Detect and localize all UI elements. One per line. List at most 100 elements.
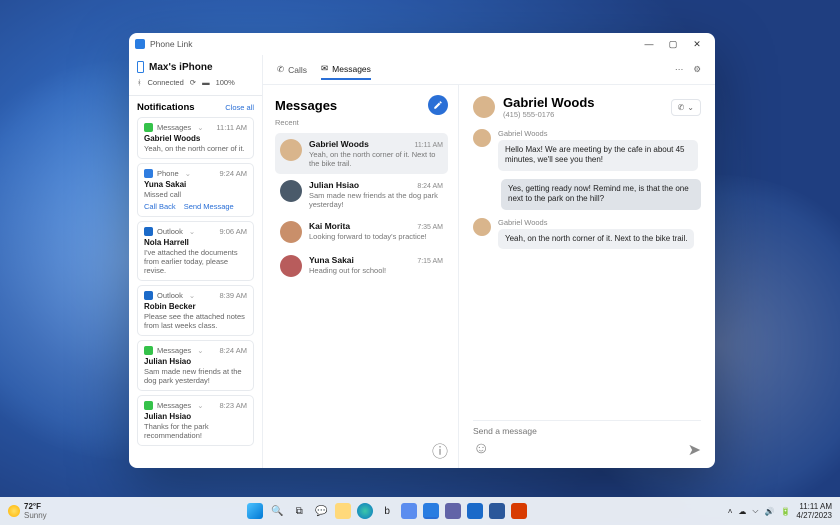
conv-preview: Yeah, on the north corner of it. Next to… <box>309 150 443 168</box>
more-icon[interactable]: ⋯ <box>675 64 684 75</box>
message-input[interactable] <box>473 426 701 436</box>
notification-card[interactable]: Messages⌄8:23 AMJulian HsiaoThanks for t… <box>137 395 254 446</box>
notification-card[interactable]: Messages⌄11:11 AMGabriel WoodsYeah, on t… <box>137 117 254 159</box>
explorer-button[interactable] <box>335 503 351 519</box>
battery-icon: ▬ <box>202 78 210 87</box>
sidebar: Max's iPhone ᚼ Connected ⟳ ▬ 100% Notifi… <box>129 55 263 468</box>
notif-title: Yuna Sakai <box>144 180 247 189</box>
messages-icon: ✉ <box>321 63 328 74</box>
emoji-icon[interactable]: ☺ <box>473 440 489 460</box>
notif-title: Julian Hsiao <box>144 412 247 421</box>
notif-body: Please see the attached notes from last … <box>144 312 247 330</box>
chevron-down-icon[interactable]: ⌄ <box>185 169 191 178</box>
notif-body: Missed call <box>144 190 247 199</box>
conv-time: 7:15 AM <box>417 258 443 265</box>
conversation-item[interactable]: Julian Hsiao 8:24 AMSam made new friends … <box>275 174 448 215</box>
weather-widget[interactable]: 72°F Sunny <box>0 502 47 520</box>
calls-icon: ✆ <box>277 64 284 75</box>
volume-icon[interactable]: 🔊 <box>764 507 774 516</box>
refresh-icon[interactable]: ⟳ <box>190 78 196 87</box>
chevron-down-icon[interactable]: ⌄ <box>197 401 203 410</box>
outgoing-message: Yes, getting ready now! Remind me, is th… <box>473 179 701 210</box>
notif-app-icon <box>144 346 153 355</box>
chevron-down-icon[interactable]: ⌄ <box>197 123 203 132</box>
wifi-icon[interactable]: ⌵ <box>752 506 758 516</box>
conv-preview: Sam made new friends at the dog park yes… <box>309 191 443 209</box>
message-bubble: Hello Max! We are meeting by the cafe in… <box>498 140 698 171</box>
notif-app: Messages <box>157 123 191 132</box>
device-header[interactable]: Max's iPhone <box>137 61 254 73</box>
start-button[interactable] <box>247 503 263 519</box>
notif-app: Outlook <box>157 227 183 236</box>
onedrive-icon[interactable]: ☁ <box>738 507 746 516</box>
conversation-item[interactable]: Gabriel Woods11:11 AMYeah, on the north … <box>275 133 448 174</box>
notification-action[interactable]: Call Back <box>144 202 176 211</box>
notif-time: 8:24 AM <box>219 346 247 355</box>
notif-body: Sam made new friends at the dog park yes… <box>144 367 247 385</box>
minimize-button[interactable]: — <box>637 39 661 49</box>
maximize-button[interactable]: ▢ <box>661 39 685 50</box>
notif-app: Messages <box>157 346 191 355</box>
info-icon[interactable]: ⓘ <box>432 438 448 462</box>
system-tray[interactable]: ˄ ☁ ⌵ 🔊 🔋 11:11 AM 4/27/2023 <box>728 502 840 520</box>
search-button[interactable]: 🔍 <box>269 503 285 519</box>
notif-time: 9:06 AM <box>219 227 247 236</box>
incoming-message: Gabriel WoodsHello Max! We are meeting b… <box>473 129 701 171</box>
notification-card[interactable]: Outlook⌄9:06 AMNola HarrellI've attached… <box>137 221 254 281</box>
store-button[interactable] <box>401 503 417 519</box>
chat-button[interactable]: 💬 <box>313 503 329 519</box>
chevron-down-icon[interactable]: ⌄ <box>189 291 195 300</box>
notification-card[interactable]: Messages ⌄ 8:24 AM Julian HsiaoSam made new… <box>137 340 254 391</box>
close-button[interactable]: ✕ <box>685 39 709 50</box>
notification-card[interactable]: Phone⌄9:24 AMYuna SakaiMissed callCall B… <box>137 163 254 217</box>
app-title: Phone Link <box>150 39 193 49</box>
chevron-down-icon[interactable]: ⌄ <box>197 346 203 355</box>
device-name: Max's iPhone <box>149 62 213 73</box>
notification-action[interactable]: Send Message <box>184 202 234 211</box>
tray-chevron-icon[interactable]: ˄ <box>728 507 733 516</box>
conversation-item[interactable]: Kai Morita7:35 AMLooking forward to toda… <box>275 215 448 249</box>
outlook-button[interactable] <box>467 503 483 519</box>
settings-icon[interactable]: ⚙ <box>693 64 701 75</box>
messages-heading: Messages <box>275 98 337 113</box>
conversation-list: Messages Recent Gabriel Woods11:11 AMYea… <box>263 85 459 468</box>
notif-app-icon <box>144 169 153 178</box>
conv-time: 8:24 AM <box>417 183 443 190</box>
conversation-item[interactable]: Yuna Sakai 7:15 AMHeading out for school! <box>275 249 448 283</box>
notif-app: Outlook <box>157 291 183 300</box>
tab-calls[interactable]: ✆ Calls <box>277 60 307 79</box>
phone-link-button[interactable] <box>423 503 439 519</box>
conv-name: Yuna Sakai <box>309 255 354 265</box>
tab-messages[interactable]: ✉ Messages <box>321 59 371 80</box>
message-bubble: Yes, getting ready now! Remind me, is th… <box>501 179 701 210</box>
chat-contact-phone: (415) 555-0176 <box>503 110 595 119</box>
send-icon[interactable]: ➤ <box>688 440 701 460</box>
conv-name: Julian Hsiao <box>309 180 359 190</box>
device-status: ᚼ Connected ⟳ ▬ 100% <box>137 78 254 87</box>
weather-temp: 72°F <box>24 502 47 511</box>
chevron-down-icon[interactable]: ⌄ <box>189 227 195 236</box>
bt-status: Connected <box>148 78 184 87</box>
conv-preview: Heading out for school! <box>309 266 443 275</box>
notification-list: Messages⌄11:11 AMGabriel WoodsYeah, on t… <box>137 117 254 446</box>
notif-title: Gabriel Woods <box>144 134 247 143</box>
word-button[interactable] <box>489 503 505 519</box>
app-button[interactable] <box>511 503 527 519</box>
compose-button[interactable] <box>428 95 448 115</box>
call-button[interactable]: ✆ ⌄ <box>671 99 701 116</box>
conv-name: Kai Morita <box>309 221 350 231</box>
taskbar[interactable]: 72°F Sunny 🔍 ⧉ 💬 b ˄ ☁ ⌵ 🔊 🔋 11:11 AM 4/… <box>0 497 840 525</box>
weather-cond: Sunny <box>24 511 47 520</box>
teams-button[interactable] <box>445 503 461 519</box>
bing-button[interactable]: b <box>379 503 395 519</box>
taskbar-center: 🔍 ⧉ 💬 b <box>47 503 728 519</box>
close-all-link[interactable]: Close all <box>225 103 254 112</box>
chat-avatar <box>473 96 495 118</box>
call-icon: ✆ <box>678 103 685 112</box>
task-view-button[interactable]: ⧉ <box>291 503 307 519</box>
notif-app: Phone <box>157 169 179 178</box>
battery-tray-icon[interactable]: 🔋 <box>780 507 790 516</box>
notification-card[interactable]: Outlook⌄8:39 AMRobin BeckerPlease see th… <box>137 285 254 336</box>
notif-title: Julian Hsiao <box>144 357 247 366</box>
edge-button[interactable] <box>357 503 373 519</box>
